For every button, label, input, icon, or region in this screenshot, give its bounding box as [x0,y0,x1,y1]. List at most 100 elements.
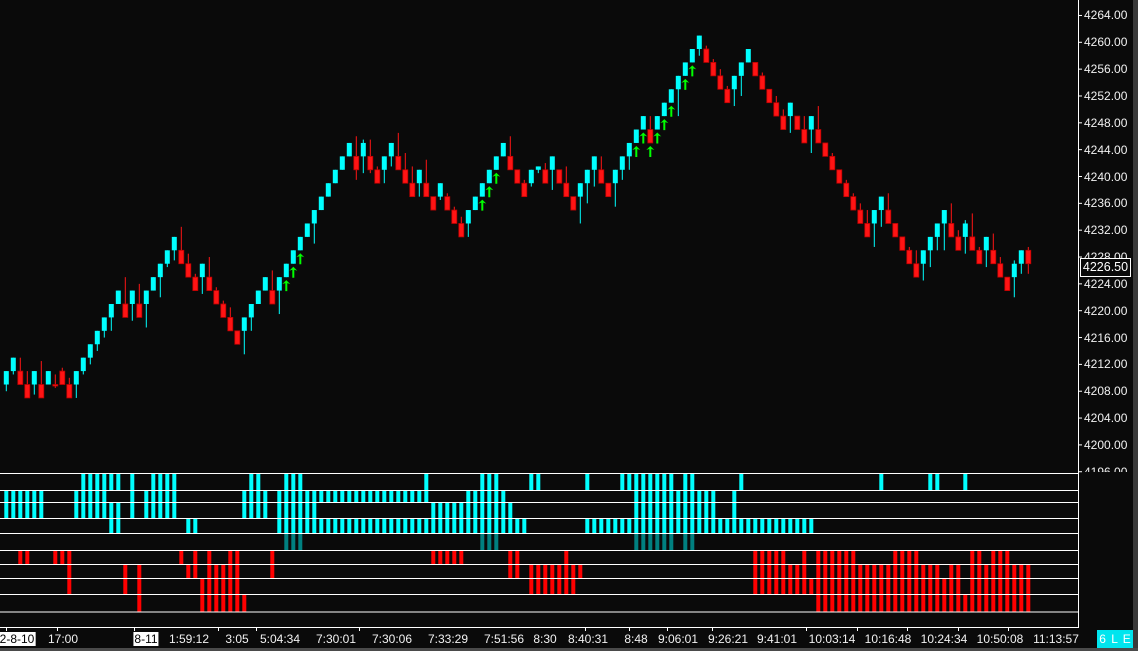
indicator-bar [858,595,863,612]
time-label: 7:33:29 [427,632,469,646]
indicator-bar [487,519,492,533]
indicator-bar [942,579,947,594]
candle-body [297,236,303,251]
indicator-bar [116,503,121,518]
indicator-bar [81,491,86,502]
indicator-bar [487,503,492,518]
down-candle [507,136,514,171]
indicator-bar [585,474,590,490]
indicator-bar [18,491,23,502]
candle-body [185,263,192,278]
indicator-bar [81,474,86,490]
indicator-bar [221,565,226,578]
candle-body [339,156,345,170]
indicator-bar [893,595,898,612]
candle-body [808,116,814,130]
indicator-bar [1019,565,1024,578]
indicator-bar [501,519,506,533]
indicator-bar [11,491,16,502]
up-candle [745,49,751,63]
price-chart[interactable] [0,0,1138,651]
candle-body [661,102,667,117]
up-candle [297,236,303,251]
candle-body [94,330,100,345]
time-label: 7:51:56 [483,632,525,646]
candle-body [395,155,402,171]
buy-arrow-icon [653,132,662,144]
down-candle [850,193,857,211]
up-candle [920,250,926,281]
candle-body [731,75,737,90]
candle-body [129,290,135,304]
candle-body [325,183,331,197]
indicator-bar [53,551,58,564]
candle-body [745,49,751,63]
up-candle [276,277,282,315]
down-candle [402,153,409,184]
indicator-bar [515,551,520,564]
time-label: 10:24:34 [920,632,968,646]
candle-body [304,223,310,237]
up-candle [108,303,114,331]
indicator-bar [893,565,898,578]
indicator-panel [0,473,1078,613]
down-candle [647,116,654,144]
indicator-bar [242,491,247,502]
indicator-bar [641,534,646,550]
up-candle [241,317,247,355]
indicator-bar [669,503,674,518]
instrument-badge[interactable]: 6 L E [1097,630,1134,648]
candle-body [402,169,409,184]
candle-body [10,357,16,372]
indicator-bar [774,519,779,533]
time-tick [585,627,586,631]
candle-body [374,169,381,184]
indicator-bar [494,519,499,533]
indicator-bar [858,579,863,594]
buy-arrow-icon [667,105,676,117]
indicator-bar [648,491,653,502]
time-label: 3:05 [225,632,249,646]
indicator-bar [634,519,639,533]
candle-body [668,89,674,103]
indicator-bar [228,565,233,578]
indicator-bar [242,503,247,518]
indicator-bar [669,491,674,502]
candle-body [465,210,471,224]
indicator-bar [956,595,961,612]
indicator-bar [795,565,800,578]
indicator-bar [935,579,940,594]
indicator-bar [256,474,261,490]
candle-body [528,169,534,184]
indicator-bar [95,491,100,502]
up-candle [619,156,625,180]
indicator-bar [620,519,625,533]
indicator-bar [998,565,1003,578]
price-label: 4244.00 [1084,142,1128,157]
time-tick [857,627,858,631]
indicator-bar [25,491,30,502]
up-candle [493,156,499,170]
down-candle [542,163,549,184]
up-candle [612,169,618,207]
indicator-bar [634,534,639,550]
indicator-bar [291,519,296,533]
indicator-bar [473,519,478,533]
indicator-bar [998,579,1003,594]
down-candle [843,179,850,198]
indicator-bar [1026,579,1031,594]
indicator-bar [298,534,303,550]
candle-body [822,142,829,157]
indicator-bar [389,491,394,502]
indicator-bar [879,474,884,490]
indicator-bar [641,491,646,502]
candle-body [738,62,744,76]
buy-arrow-icon [296,253,305,265]
indicator-bar [452,519,457,533]
up-candle [164,250,170,268]
indicator-bar [676,491,681,502]
down-candle [598,156,605,184]
candle-body [87,344,93,358]
indicator-bar [39,491,44,502]
indicator-bar [865,579,870,594]
